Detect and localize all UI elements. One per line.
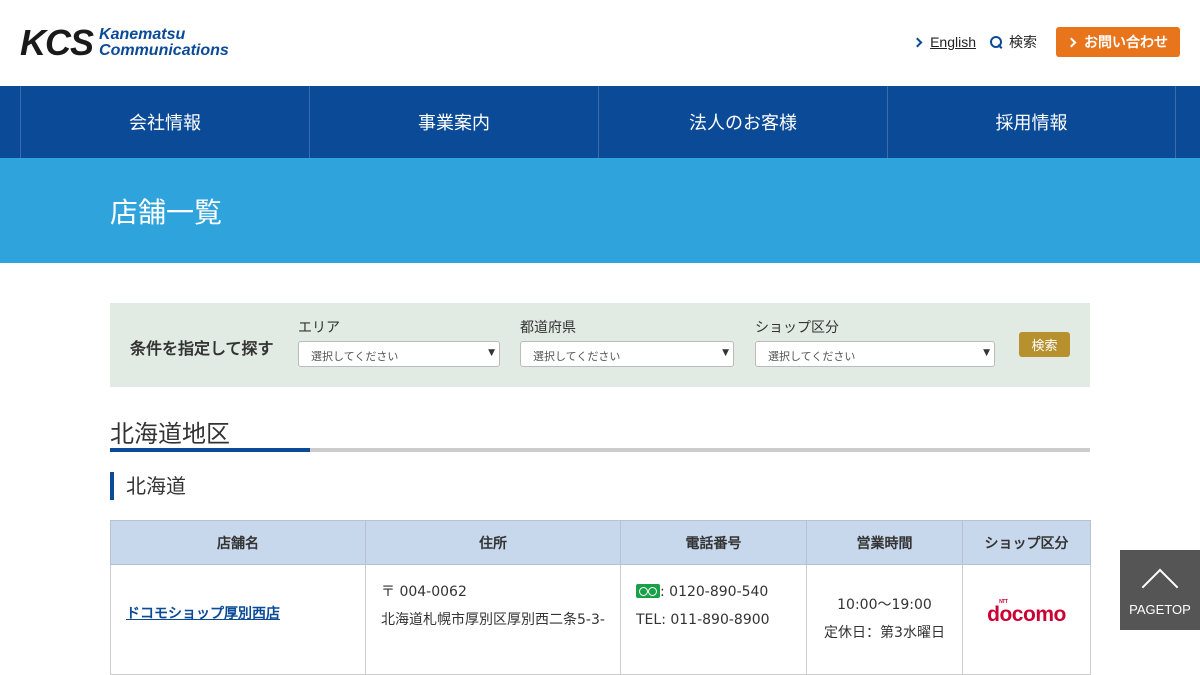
prefecture-caption: 都道府県 <box>520 320 576 336</box>
nav-item-recruit[interactable]: 採用情報 <box>887 86 1176 158</box>
closed-days: 定休日：第3水曜日 <box>824 625 945 641</box>
cell-shop-name: ドコモショップ厚別西店 <box>110 564 366 675</box>
table-row: ドコモショップ厚別西店 〒 004-0062 北海道札幌市厚別区厚別西二条5-3… <box>110 564 1091 675</box>
cell-phone: : 0120-890-540 TEL: 011-890-8900 <box>620 564 807 675</box>
area-select[interactable]: 選択してください ▼ <box>298 341 500 367</box>
search-icon <box>990 35 1003 49</box>
kcs-logo[interactable]: KCS Kanematsu Communications <box>20 22 229 63</box>
logo-line2: Communications <box>99 42 229 59</box>
header-search-label: 検索 <box>1009 35 1037 51</box>
chevron-right-icon <box>1066 37 1077 47</box>
prefecture-select-value: 選択してください <box>533 350 621 363</box>
docomo-logo: NTT docomo <box>987 599 1066 627</box>
shop-type-filter: ショップ区分 選択してください ▼ <box>755 317 995 367</box>
filter-label: 条件を指定して探す <box>130 339 274 358</box>
docomo-wordmark: docomo <box>987 603 1066 626</box>
cell-shop-type: NTT docomo <box>962 564 1091 675</box>
chevron-up-icon <box>1141 568 1179 606</box>
shop-type-select[interactable]: 選択してください ▼ <box>755 341 995 367</box>
cell-address: 〒 004-0062 北海道札幌市厚別区厚別西二条5-3- <box>365 564 621 675</box>
page-title: 店舗一覧 <box>110 196 223 229</box>
dropdown-arrow-icon: ▼ <box>983 348 990 358</box>
logo-line1: Kanematsu <box>99 26 186 43</box>
shop-type-caption: ショップ区分 <box>755 320 839 336</box>
english-link[interactable]: English <box>912 34 976 50</box>
nav-item-business[interactable]: 事業案内 <box>309 86 598 158</box>
col-header-phone: 電話番号 <box>620 520 807 565</box>
shop-type-select-value: 選択してください <box>768 350 856 363</box>
cell-hours: 10:00～19:00 定休日：第3水曜日 <box>806 564 963 675</box>
shop-name-link[interactable]: ドコモショップ厚別西店 <box>111 565 365 623</box>
area-filter: エリア 選択してください ▼ <box>298 317 500 367</box>
area-select-value: 選択してください <box>311 350 399 363</box>
nav-item-corporate[interactable]: 法人のお客様 <box>598 86 887 158</box>
logo-mark: KCS <box>20 22 94 63</box>
pagetop-button[interactable]: PAGETOP <box>1120 550 1200 630</box>
dropdown-arrow-icon: ▼ <box>488 348 495 358</box>
global-nav: 会社情報 事業案内 法人のお客様 採用情報 <box>0 86 1200 158</box>
table-header-row: 店舗名 住所 電話番号 営業時間 ショップ区分 <box>110 520 1091 565</box>
area-caption: エリア <box>298 320 340 336</box>
freedial-line: : 0120-890-540 <box>636 578 806 606</box>
col-header-address: 住所 <box>365 520 621 565</box>
shop-filter-panel: 条件を指定して探す エリア 選択してください ▼ 都道府県 選択してください ▼… <box>110 303 1090 387</box>
prefecture-select[interactable]: 選択してください ▼ <box>520 341 734 367</box>
filter-search-button[interactable]: 検索 <box>1019 332 1070 357</box>
prefecture-heading: 北海道 <box>110 472 186 500</box>
freedial-number: : 0120-890-540 <box>660 584 769 600</box>
page-title-band: 店舗一覧 <box>0 158 1200 263</box>
region-heading-accent <box>110 448 310 452</box>
nav-item-company[interactable]: 会社情報 <box>20 86 309 158</box>
header-links: English 検索 お問い合わせ <box>912 27 1180 57</box>
shop-table: 店舗名 住所 電話番号 営業時間 ショップ区分 ドコモショップ厚別西店 〒 00… <box>110 520 1091 675</box>
opening-hours: 10:00～19:00 <box>837 597 932 613</box>
site-header: KCS Kanematsu Communications English 検索 … <box>0 0 1200 86</box>
dropdown-arrow-icon: ▼ <box>722 348 729 358</box>
logo-wordmark: Kanematsu Communications <box>99 27 229 59</box>
col-header-shop-type: ショップ区分 <box>962 520 1091 565</box>
freedial-icon <box>636 584 660 598</box>
ntt-mark: NTT <box>999 599 1008 605</box>
col-header-name: 店舗名 <box>110 520 366 565</box>
header-search-link[interactable]: 検索 <box>990 32 1037 52</box>
col-header-hours: 営業時間 <box>806 520 963 565</box>
postal-code: 〒 004-0062 <box>381 584 467 600</box>
english-link-label: English <box>930 34 976 50</box>
region-heading: 北海道地区 <box>110 420 230 448</box>
pagetop-label: PAGETOP <box>1129 602 1191 617</box>
prefecture-filter: 都道府県 選択してください ▼ <box>520 317 734 367</box>
chevron-right-icon <box>912 37 923 47</box>
contact-button[interactable]: お問い合わせ <box>1056 27 1180 57</box>
contact-button-label: お問い合わせ <box>1084 35 1168 51</box>
